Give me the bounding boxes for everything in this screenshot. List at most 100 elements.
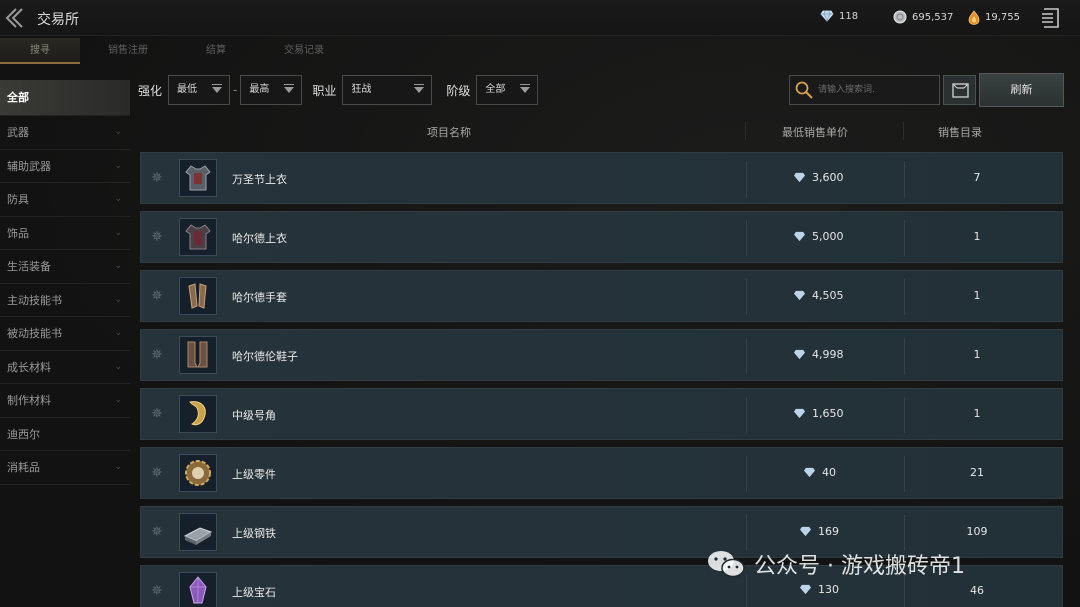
favorite-star-icon[interactable]: ✵ xyxy=(151,170,163,186)
sidebar-item-label: 消耗品 xyxy=(7,461,40,474)
gold-amount: 19,755 xyxy=(985,12,1020,23)
item-name: 哈尔德上衣 xyxy=(232,232,287,245)
item-listing-count: 46 xyxy=(970,584,984,597)
item-price-value: 4,998 xyxy=(812,348,844,361)
class-select[interactable]: 狂战 xyxy=(342,75,433,105)
sidebar-item-accessory[interactable]: 饰品 ⌄ xyxy=(0,217,130,250)
item-listing-count: 7 xyxy=(973,171,981,184)
chevron-down-icon: ⌄ xyxy=(114,261,122,271)
item-price: 5,000 xyxy=(793,230,844,243)
table-row[interactable]: ✵ 上级零件 40 21 xyxy=(140,447,1063,499)
item-name: 哈尔德伦鞋子 xyxy=(232,350,298,363)
sidebar-item-label: 饰品 xyxy=(7,226,29,240)
silver-coin-icon xyxy=(893,10,907,24)
blue-crystal-amount: 118 xyxy=(839,10,859,22)
sidebar-item-weapon[interactable]: 武器 ⌄ xyxy=(0,116,130,150)
gem-icon xyxy=(179,572,217,607)
favorite-star-icon[interactable]: ✵ xyxy=(151,583,163,599)
sidebar-item-label: 主动技能书 xyxy=(7,293,62,307)
favorite-star-icon[interactable]: ✵ xyxy=(151,347,163,363)
sidebar-item-life-gear[interactable]: 生活装备 ⌄ xyxy=(0,250,130,284)
item-name: 中级号角 xyxy=(232,409,276,422)
chevron-down-icon: ⌄ xyxy=(114,462,122,472)
exit-door-icon xyxy=(1042,8,1059,28)
watermark: 公众号 · 游戏搬砖帝1 xyxy=(706,548,965,580)
search-input[interactable] xyxy=(818,76,936,104)
item-price: 130 xyxy=(799,583,839,596)
reset-frame-icon xyxy=(952,83,969,98)
search-icon xyxy=(795,81,813,99)
table-row[interactable]: ✵ 哈尔德伦鞋子 4,998 1 xyxy=(140,329,1063,381)
table-row[interactable]: ✵ 中级号角 1,650 1 xyxy=(140,388,1063,440)
boots-icon xyxy=(179,336,217,374)
sidebar-item-dicel[interactable]: 迪西尔 xyxy=(0,418,130,451)
column-header-listing[interactable]: 销售目录 xyxy=(938,124,982,140)
back-chevrons-icon xyxy=(5,8,23,28)
favorite-star-icon[interactable]: ✵ xyxy=(151,524,163,540)
chevron-down-icon: ⌄ xyxy=(114,227,122,238)
horn-icon xyxy=(179,395,217,433)
tier-select[interactable]: 全部 xyxy=(476,75,539,105)
enhance-max-value: 最高 xyxy=(249,84,270,95)
column-header-price[interactable]: 最低销售单价 xyxy=(782,124,848,140)
reset-filter-button[interactable] xyxy=(943,75,976,105)
chevron-down-icon: ⌄ xyxy=(114,328,122,338)
enhance-min-value: 最低 xyxy=(177,84,198,95)
header-divider xyxy=(745,122,746,140)
table-row[interactable]: ✵ 哈尔德手套 4,505 1 xyxy=(140,270,1063,322)
sidebar-item-passive-skill-book[interactable]: 被动技能书 ⌄ xyxy=(0,317,130,351)
exit-button[interactable] xyxy=(1041,6,1061,30)
favorite-star-icon[interactable]: ✵ xyxy=(151,288,163,304)
item-price-value: 3,600 xyxy=(812,171,844,184)
sidebar-item-crafting-material[interactable]: 制作材料 ⌄ xyxy=(0,384,130,418)
item-price: 3,600 xyxy=(793,171,844,184)
blue-crystal-icon xyxy=(820,10,834,22)
sidebar-item-consumable[interactable]: 消耗品 ⌄ xyxy=(0,451,130,485)
column-header-name[interactable]: 项目名称 xyxy=(427,124,471,140)
filter-bar: 强化 最低 - 最高 职业 狂战 阶级 全部 xyxy=(138,74,539,106)
favorite-star-icon[interactable]: ✵ xyxy=(151,406,163,422)
window-title: 交易所 xyxy=(37,12,79,28)
column-divider xyxy=(904,338,905,374)
armor-top-icon xyxy=(179,159,217,197)
tier-value: 全部 xyxy=(485,84,506,95)
tab-search[interactable]: 搜寻 xyxy=(0,38,80,64)
sidebar-item-label: 生活装备 xyxy=(7,260,51,273)
refresh-button[interactable]: 刷新 xyxy=(979,73,1064,107)
header-divider xyxy=(903,122,904,140)
table-header: 项目名称 最低销售单价 销售目录 xyxy=(140,118,1063,146)
item-price-value: 1,650 xyxy=(812,407,844,420)
enhance-max-select[interactable]: 最高 xyxy=(240,75,303,105)
item-price-value: 130 xyxy=(818,583,839,596)
item-price: 40 xyxy=(803,466,836,479)
item-listing-count: 1 xyxy=(973,348,981,361)
table-row[interactable]: ✵ 万圣节上衣 3,600 7 xyxy=(140,152,1063,204)
column-divider xyxy=(746,515,747,551)
favorite-star-icon[interactable]: ✵ xyxy=(151,229,163,245)
sidebar-item-all[interactable]: 全部 xyxy=(0,80,130,116)
tier-label: 阶级 xyxy=(446,83,471,98)
gold-balance: 19,755 xyxy=(968,10,1020,25)
enhance-min-select[interactable]: 最低 xyxy=(168,75,231,105)
column-divider xyxy=(904,279,905,315)
wechat-logo-icon xyxy=(708,551,745,578)
table-row[interactable]: ✵ 哈尔德上衣 5,000 1 xyxy=(140,211,1063,263)
sidebar-item-growth-material[interactable]: 成长材料 ⌄ xyxy=(0,351,130,384)
sidebar-item-active-skill-book[interactable]: 主动技能书 ⌄ xyxy=(0,284,130,317)
sidebar-item-label: 制作材料 xyxy=(7,394,51,407)
sidebar-item-sub-weapon[interactable]: 辅助武器 ⌄ xyxy=(0,150,130,183)
tab-sell-register[interactable]: 销售注册 xyxy=(88,38,168,64)
item-listing-count: 21 xyxy=(970,466,984,479)
gloves-icon xyxy=(179,277,217,315)
column-divider xyxy=(746,220,747,256)
tab-trade-history[interactable]: 交易记录 xyxy=(264,38,344,64)
tab-settlement[interactable]: 结算 xyxy=(176,38,256,64)
sidebar-item-armor[interactable]: 防具 ⌄ xyxy=(0,183,130,217)
category-sidebar: 全部 武器 ⌄ 辅助武器 ⌄ 防具 ⌄ 饰品 ⌄ 生活装备 ⌄ 主动技能书 ⌄ … xyxy=(0,80,130,490)
search-box xyxy=(789,75,940,105)
favorite-star-icon[interactable]: ✵ xyxy=(151,465,163,481)
back-button[interactable] xyxy=(4,6,26,30)
sidebar-item-label: 辅助武器 xyxy=(7,159,51,173)
blue-crystal-icon xyxy=(804,467,815,478)
blue-crystal-balance: 118 xyxy=(820,10,858,22)
